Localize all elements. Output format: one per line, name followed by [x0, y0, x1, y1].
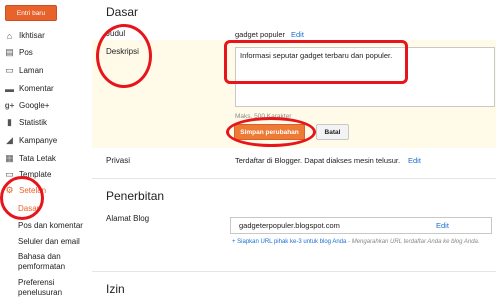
home-icon: ⌂	[6, 30, 13, 41]
sidebar-item-label: Template	[19, 170, 52, 179]
posts-icon: ▤	[5, 47, 14, 57]
alamat-blog-label: Alamat Blog	[106, 214, 150, 223]
sidebar-item-ikhtisar[interactable]: ⌂ Ikhtisar	[4, 29, 45, 42]
sub-item-pos-komentar[interactable]: Pos dan komentar	[18, 221, 83, 231]
google-plus-icon: g+	[4, 101, 15, 110]
sidebar-item-google-plus[interactable]: g+ Google+	[4, 99, 50, 112]
third-party-url-description: - Mengarahkan URL terdaftar Anda ke blog…	[346, 239, 480, 245]
sub-item-preferensi[interactable]: Preferensi penelusuran	[18, 278, 78, 298]
deskripsi-label: Deskripsi	[106, 47, 139, 56]
divider	[92, 178, 496, 179]
sidebar-item-label: Kampanye	[19, 136, 58, 145]
section-title-dasar: Dasar	[106, 5, 139, 19]
sidebar-item-setelan[interactable]: ⚙ Setelan	[4, 184, 46, 197]
sidebar-item-label: Statistik	[19, 118, 48, 127]
layout-icon: ▦	[5, 153, 14, 163]
section-title-penerbitan: Penerbitan	[106, 189, 165, 203]
sub-item-dasar[interactable]: Dasar	[18, 204, 39, 214]
privasi-label: Privasi	[106, 156, 131, 165]
settings-icon: ⚙	[5, 185, 14, 195]
new-entry-button[interactable]: Entri baru	[5, 5, 57, 21]
blog-address-box: gadgeterpopuler.blogspot.com Edit	[230, 217, 492, 234]
sidebar-item-laman[interactable]: ▭ Laman	[4, 64, 43, 77]
main-content: Dasar Judul gadget populer Edit Deskrips…	[92, 0, 496, 300]
judul-value: gadget populer	[235, 30, 286, 39]
description-textarea[interactable]: Informasi seputar gadget terbaru dan pop…	[235, 47, 495, 107]
sidebar-item-pos[interactable]: ▤ Pos	[4, 46, 33, 59]
privasi-value: Terdaftar di Blogger. Dapat diakses mesi…	[235, 156, 401, 165]
blog-address-value: gadgeterpopuler.blogspot.com	[239, 221, 340, 230]
sub-item-seluler-email[interactable]: Seluler dan email	[18, 237, 80, 247]
sidebar-item-label: Laman	[19, 66, 44, 75]
privasi-edit-link[interactable]: Edit	[408, 156, 421, 165]
sidebar-item-tata-letak[interactable]: ▦ Tata Letak	[4, 152, 56, 165]
sidebar-item-label: Tata Letak	[19, 154, 56, 163]
sidebar-item-label: Setelan	[19, 186, 47, 195]
sidebar-item-label: Pos	[19, 48, 33, 57]
sub-item-bahasa[interactable]: Bahasa dan pemformatan	[18, 252, 78, 272]
judul-label: Judul	[106, 29, 126, 38]
save-button[interactable]: Simpan perubahan	[234, 124, 305, 140]
sidebar-item-statistik[interactable]: ▮ Statistik	[4, 116, 47, 129]
sidebar-item-komentar[interactable]: ▬ Komentar	[4, 82, 54, 95]
blog-address-edit-link[interactable]: Edit	[436, 221, 449, 230]
sidebar-item-template[interactable]: ▭ Template	[4, 168, 51, 181]
comment-icon: ▬	[5, 83, 14, 94]
section-title-izin: Izin	[106, 282, 125, 296]
sidebar-item-label: Google+	[19, 101, 50, 110]
sidebar: Entri baru ⌂ Ikhtisar ▤ Pos ▭ Laman ▬ Ko…	[0, 0, 92, 300]
stats-icon: ▮	[7, 117, 12, 127]
sidebar-item-label: Ikhtisar	[19, 31, 45, 40]
third-party-url-link[interactable]: + Siapkan URL pihak ke-3 untuk blog Anda	[232, 239, 346, 245]
judul-edit-link[interactable]: Edit	[291, 30, 304, 39]
third-party-url-note: + Siapkan URL pihak ke-3 untuk blog Anda…	[232, 238, 492, 247]
pages-icon: ▭	[5, 65, 14, 75]
sidebar-item-label: Komentar	[19, 84, 54, 93]
campaign-icon: ◢	[6, 135, 13, 145]
max-chars-hint: Maks. 500 Karakter	[235, 113, 292, 120]
cancel-button[interactable]: Batal	[316, 124, 349, 140]
divider	[92, 271, 496, 272]
template-icon: ▭	[5, 169, 14, 179]
sidebar-item-kampanye[interactable]: ◢ Kampanye	[4, 134, 57, 147]
